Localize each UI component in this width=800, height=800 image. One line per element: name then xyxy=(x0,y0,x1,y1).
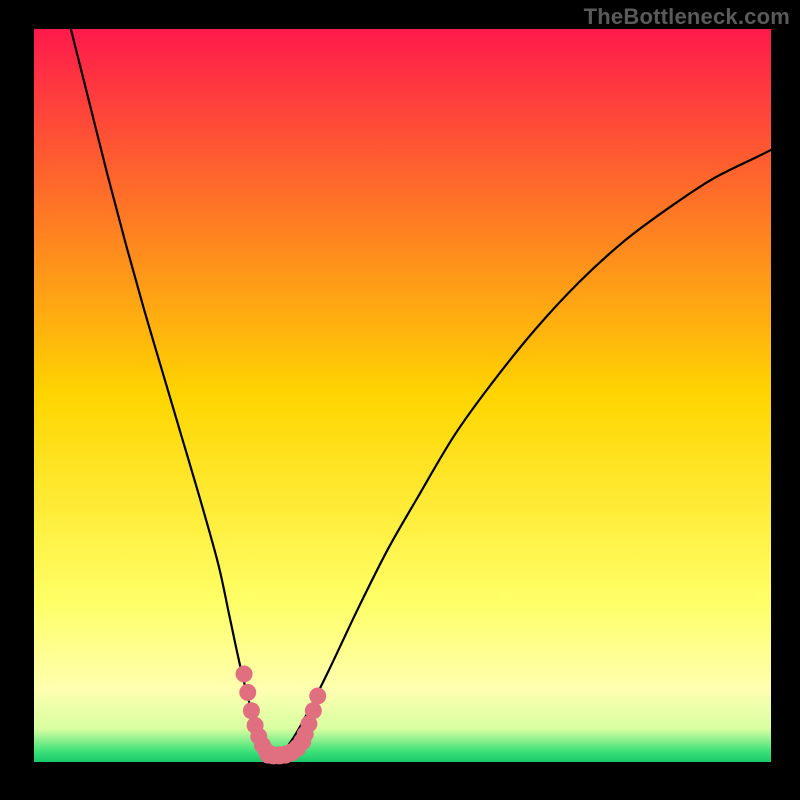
watermark-text: TheBottleneck.com xyxy=(584,4,790,30)
highlight-dot xyxy=(243,702,260,719)
bottleneck-chart xyxy=(0,0,800,800)
plot-background xyxy=(34,29,771,762)
highlight-dot xyxy=(309,688,326,705)
highlight-dot xyxy=(239,684,256,701)
highlight-dot xyxy=(305,702,322,719)
highlight-dot xyxy=(236,666,253,683)
